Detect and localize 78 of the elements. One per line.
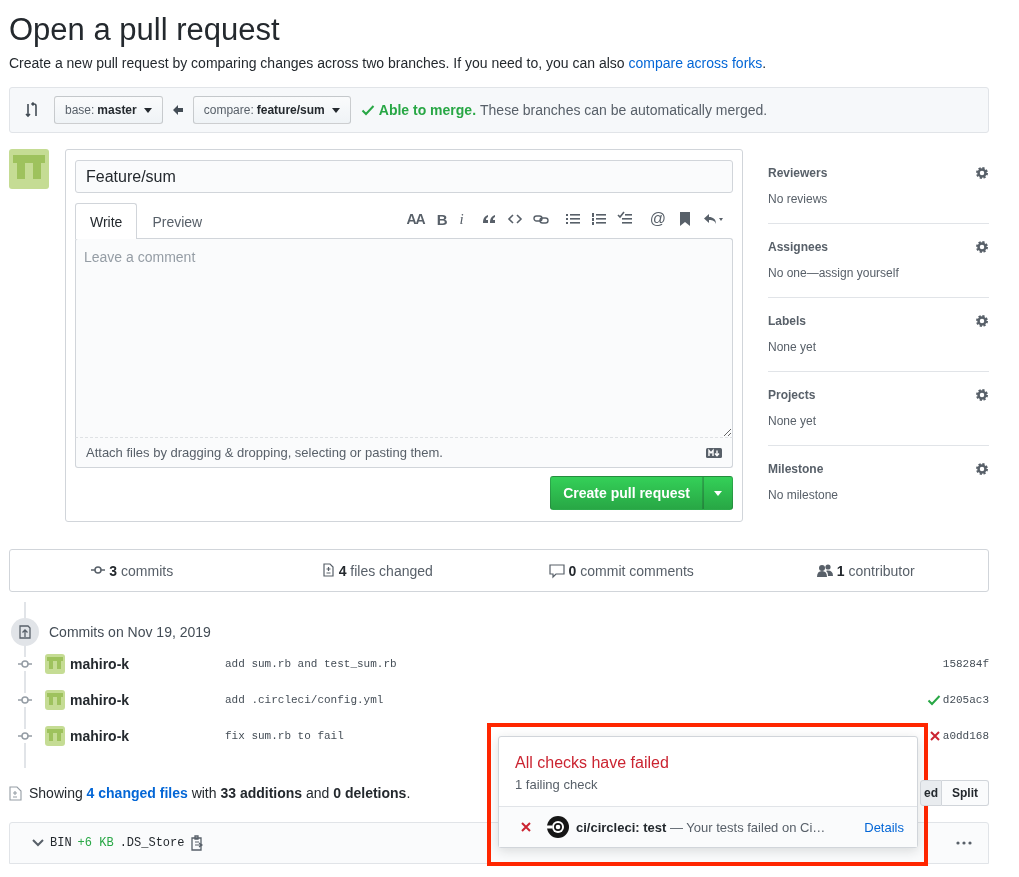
file-diff-icon xyxy=(9,785,23,801)
toolbar-button[interactable]: i xyxy=(458,210,465,228)
numbered-list-icon[interactable] xyxy=(590,211,607,227)
commit-sha[interactable]: a0dd168 xyxy=(942,730,989,742)
check-icon xyxy=(360,103,375,117)
avatar-icon xyxy=(45,726,65,746)
bulleted-list-icon[interactable] xyxy=(564,211,581,227)
dropdown-button[interactable] xyxy=(703,476,733,510)
caret-icon xyxy=(143,107,152,113)
toolbar-button[interactable]: B xyxy=(435,210,449,228)
commit-author[interactable]: mahiro-k xyxy=(70,728,225,744)
diff-view-button[interactable]: Split xyxy=(942,780,989,806)
summary-link[interactable]: 1 contributor xyxy=(836,562,915,579)
avatar-icon xyxy=(45,654,65,674)
diff-view-button[interactable]: ed xyxy=(920,780,942,806)
sidebar-value: No milestone xyxy=(768,488,840,502)
details-link[interactable]: Details xyxy=(864,819,904,835)
caret-icon xyxy=(331,107,340,113)
sidebar-heading: Labels xyxy=(768,314,806,328)
markdown-icon xyxy=(706,447,722,458)
chevron-down-icon xyxy=(32,839,44,847)
base-branch-button[interactable]: base: master xyxy=(54,96,163,124)
description-text: Create a new pull request by comparing changes across two branches. If you need to, you can also compare across forks. xyxy=(9,55,768,71)
settings-icon[interactable] xyxy=(975,314,989,328)
merge-status: Able to merge. xyxy=(378,102,477,118)
title-field[interactable]: Feature/sum xyxy=(75,160,733,193)
checks-title: All checks have failed xyxy=(515,754,670,772)
editor-tab[interactable]: Write xyxy=(75,203,138,239)
sidebar-value: None yet xyxy=(768,414,818,428)
sidebar-heading: Reviewers xyxy=(768,166,828,180)
copy-icon[interactable] xyxy=(190,835,205,851)
commit-sha[interactable]: 158284f xyxy=(942,658,989,670)
merge-message: These branches can be automatically merged. xyxy=(480,102,768,118)
file-size-change: +6 KB xyxy=(77,836,114,850)
commit-message[interactable]: add .circleci/config.yml xyxy=(225,694,927,706)
ring-logo-icon xyxy=(547,816,569,838)
sidebar-heading: Projects xyxy=(768,388,816,402)
sidebar-value: None yet xyxy=(768,340,818,354)
people-icon xyxy=(816,562,833,579)
more-icon[interactable] xyxy=(956,841,972,845)
changed-files-link[interactable]: 4 changed files xyxy=(86,785,188,801)
page-title: Open a pull request xyxy=(9,11,281,48)
summary-link[interactable]: 3 commits xyxy=(109,562,174,579)
caret-icon xyxy=(714,490,722,496)
avatar-icon xyxy=(9,149,49,189)
sidebar-value: No one—assign yourself xyxy=(768,266,900,280)
diff-summary-text: Showing 4 changed files with 33 additions and 0 deletions. xyxy=(29,785,411,801)
comment-icon xyxy=(548,562,565,579)
attach-hint: Attach files by dragging & dropping, selecting or pasting them. xyxy=(86,445,443,460)
file-diff-icon xyxy=(320,562,335,579)
summary-link[interactable]: 0 commit comments xyxy=(568,562,694,579)
checks-subtitle: 1 failing check xyxy=(515,777,599,792)
commit-sha[interactable]: d205ac3 xyxy=(942,694,989,706)
compare-arrows-icon xyxy=(24,102,40,118)
avatar-icon xyxy=(45,690,65,710)
toolbar-button[interactable]: AA xyxy=(405,211,426,227)
settings-icon[interactable] xyxy=(975,462,989,476)
bookmark-icon[interactable] xyxy=(677,211,693,227)
check-description: ci/circleci: test — Your tests failed on Ci… xyxy=(576,819,827,835)
settings-icon[interactable] xyxy=(975,388,989,402)
commit-author[interactable]: mahiro-k xyxy=(70,656,225,672)
commit-message[interactable]: add sum.rb and test_sum.rb xyxy=(225,658,943,670)
sidebar-heading: Milestone xyxy=(768,462,824,476)
compare-branch-button[interactable]: compare: feature/sum xyxy=(192,96,351,124)
commits-date-heading: Commits on Nov 19, 2019 xyxy=(49,624,211,640)
comment-field[interactable]: Leave a comment xyxy=(75,238,733,438)
file-name: .DS_Store xyxy=(119,836,185,850)
sidebar-value: No reviews xyxy=(768,192,829,206)
toolbar-button[interactable]: @ xyxy=(648,210,667,228)
editor-tab[interactable]: Preview xyxy=(137,203,218,239)
summary-link[interactable]: 4 files changed xyxy=(338,562,433,579)
settings-icon[interactable] xyxy=(975,240,989,254)
sidebar-heading: Assignees xyxy=(768,240,829,254)
commit-author[interactable]: mahiro-k xyxy=(70,692,225,708)
task-list-icon[interactable] xyxy=(616,211,633,227)
left-arrow-icon xyxy=(172,105,183,115)
file-type: BIN xyxy=(50,836,72,850)
settings-icon[interactable] xyxy=(975,166,989,180)
